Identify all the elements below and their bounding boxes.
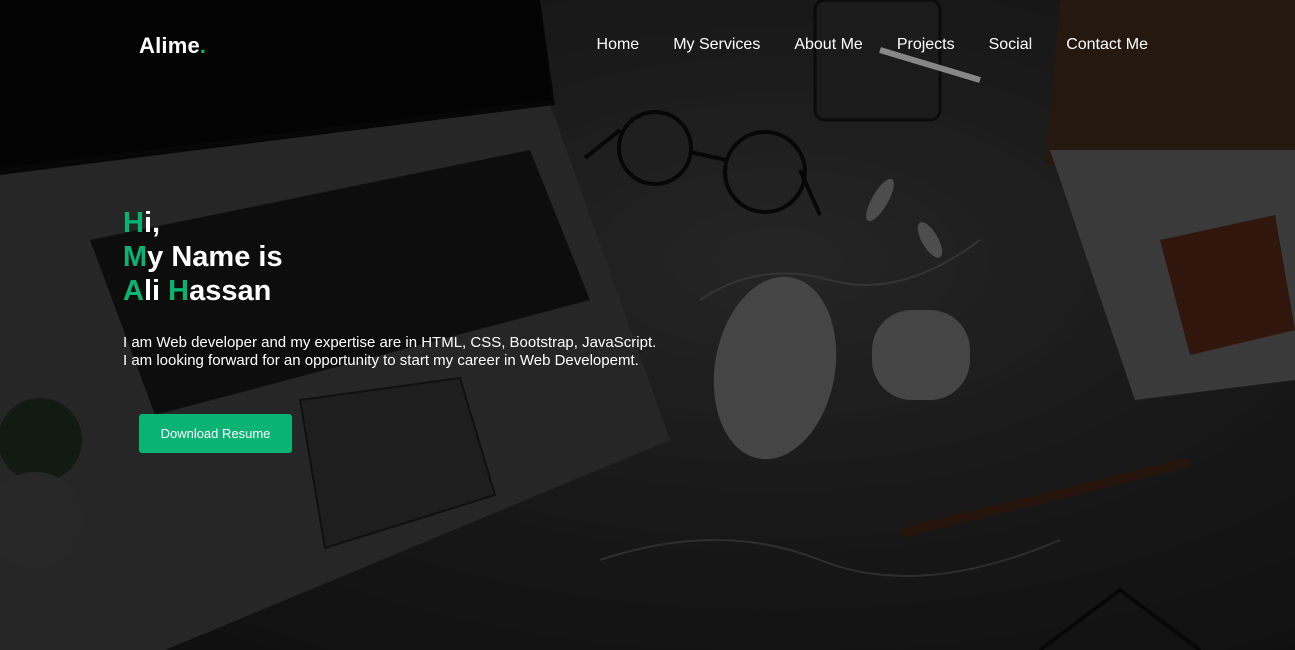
nav-my-services[interactable]: My Services [673, 36, 760, 54]
headline-text: i, [143, 207, 161, 239]
nav-menu: Home My Services About Me Projects Socia… [597, 36, 1148, 54]
headline-line-3: Ali Hassan [123, 274, 823, 308]
brand-logo[interactable]: Alime. [139, 33, 206, 59]
nav-about-me[interactable]: About Me [794, 36, 862, 54]
brand-dot: . [199, 33, 207, 58]
nav-home[interactable]: Home [597, 36, 640, 54]
headline-accent-letter: M [123, 241, 148, 273]
headline-accent-letter: H [168, 275, 190, 307]
hero-content: Hi, My Name is Ali Hassan I am Web devel… [123, 206, 823, 370]
intro-text: I am Web developer and my expertise are … [123, 334, 823, 370]
download-resume-button[interactable]: Download Resume [139, 414, 292, 453]
hero-headline: Hi, My Name is Ali Hassan [123, 206, 823, 308]
nav-social[interactable]: Social [989, 36, 1033, 54]
brand-name: Alime [139, 33, 200, 58]
nav-projects[interactable]: Projects [897, 36, 955, 54]
headline-accent-letter: A [123, 275, 144, 307]
nav-contact-me[interactable]: Contact Me [1066, 36, 1148, 54]
headline-text: y Name is [147, 241, 283, 273]
headline-text: assan [189, 275, 272, 307]
hero-section: Alime. Home My Services About Me Project… [0, 0, 1295, 650]
headline-line-2: My Name is [123, 240, 823, 274]
intro-line-2: I am looking forward for an opportunity … [123, 352, 639, 369]
intro-line-1: I am Web developer and my expertise are … [123, 334, 657, 351]
headline-line-1: Hi, [123, 206, 823, 240]
headline-accent-letter: H [123, 207, 144, 239]
headline-text: li [143, 275, 169, 307]
navbar: Alime. Home My Services About Me Project… [0, 0, 1295, 90]
